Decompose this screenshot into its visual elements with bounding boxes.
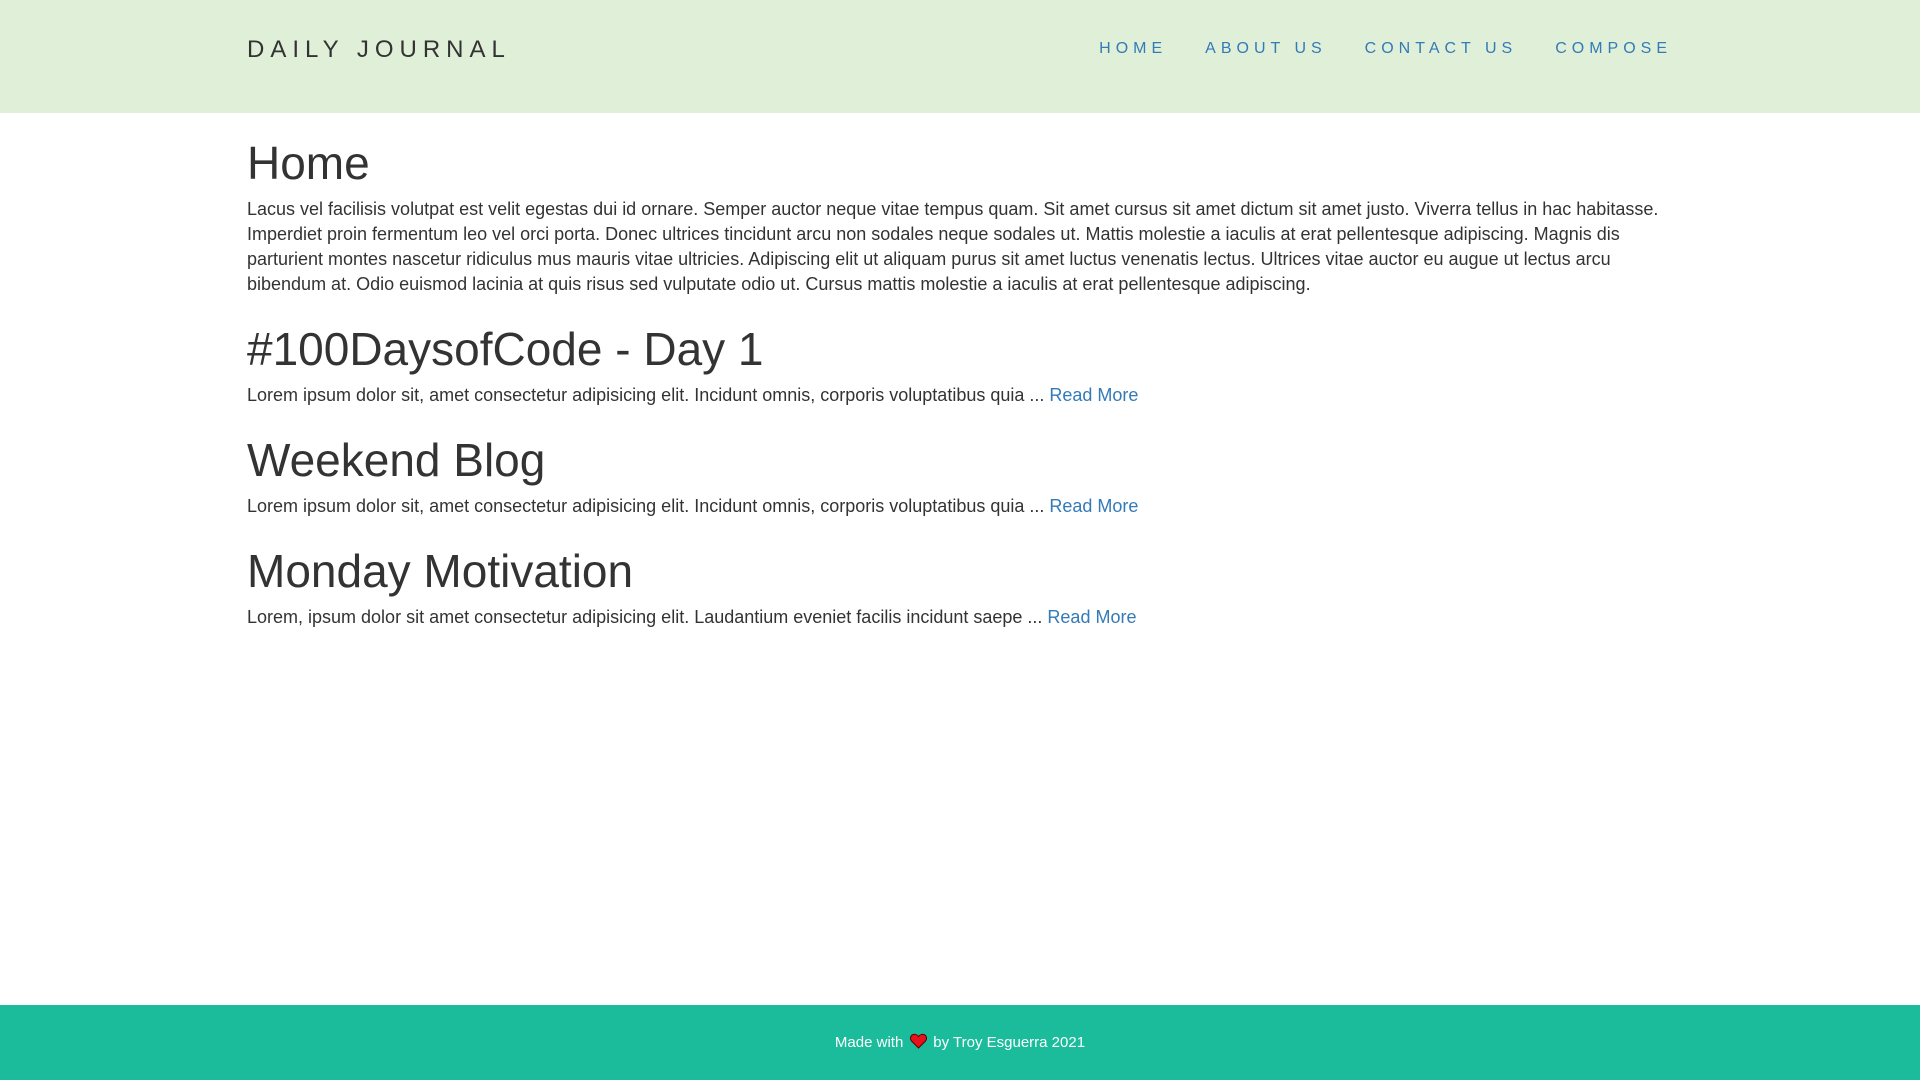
- read-more-link[interactable]: Read More: [1049, 385, 1138, 405]
- brand-logo[interactable]: DAILY JOURNAL: [247, 36, 511, 64]
- nav-link-contact-us[interactable]: CONTACT US: [1365, 40, 1518, 58]
- post-title: #100DaysofCode - Day 1: [247, 323, 764, 375]
- nav-link-about-us[interactable]: ABOUT US: [1205, 40, 1327, 58]
- post-excerpt-text: Lorem ipsum dolor sit, amet consectetur …: [247, 496, 1050, 516]
- post-item: #100DaysofCode - Day 1 Lorem ipsum dolor…: [247, 321, 1673, 408]
- read-more-link[interactable]: Read More: [1049, 496, 1138, 516]
- navbar: DAILY JOURNAL HOME ABOUT US CONTACT US C…: [0, 0, 1920, 113]
- page: DAILY JOURNAL HOME ABOUT US CONTACT US C…: [0, 0, 1920, 1080]
- post-excerpt: Lorem ipsum dolor sit, amet consectetur …: [247, 383, 1673, 408]
- post-excerpt-text: Lorem, ipsum dolor sit amet consectetur …: [247, 607, 1048, 627]
- nav-links: HOME ABOUT US CONTACT US COMPOSE: [1099, 40, 1672, 58]
- post-excerpt: Lorem ipsum dolor sit, amet consectetur …: [247, 494, 1673, 519]
- post-title: Monday Motivation: [247, 545, 634, 597]
- footer-credit: by Troy Esguerra 2021: [933, 1034, 1086, 1051]
- post-item: Monday Motivation Lorem, ipsum dolor sit…: [247, 543, 1673, 630]
- footer-prefix: Made with: [834, 1034, 904, 1051]
- nav-link-compose[interactable]: COMPOSE: [1555, 40, 1672, 58]
- post-item: Weekend Blog Lorem ipsum dolor sit, amet…: [247, 432, 1673, 519]
- nav-link-home[interactable]: HOME: [1099, 40, 1167, 58]
- post-excerpt-text: Lorem ipsum dolor sit, amet consectetur …: [247, 385, 1050, 405]
- page-title: Home: [247, 137, 370, 189]
- footer: Made with by Troy Esguerra 2021: [0, 1005, 1920, 1080]
- post-excerpt: Lorem, ipsum dolor sit amet consectetur …: [247, 605, 1673, 630]
- read-more-link[interactable]: Read More: [1047, 607, 1136, 627]
- intro-text: Lacus vel facilisis volutpat est velit e…: [247, 199, 1659, 294]
- heart-icon: [910, 1033, 928, 1053]
- main-content: Home Lacus vel facilisis volutpat est ve…: [247, 135, 1673, 630]
- post-title: Weekend Blog: [247, 434, 546, 486]
